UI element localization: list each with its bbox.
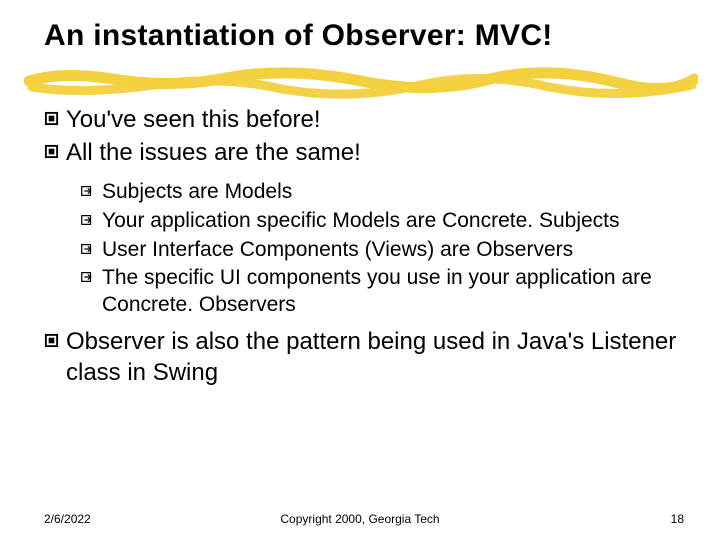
arrow-bullet-icon <box>80 265 102 284</box>
slide-title: An instantiation of Observer: MVC! <box>44 18 688 53</box>
bullet-level2: The specific UI components you use in yo… <box>80 265 688 319</box>
square-bullet-icon <box>44 105 66 126</box>
slide-body: You've seen this before! All the issues … <box>44 105 688 388</box>
bullet-level2: Subjects are Models <box>80 179 688 206</box>
bullet-text: Subjects are Models <box>102 179 688 206</box>
arrow-bullet-icon <box>80 179 102 198</box>
bullet-level2: Your application specific Models are Con… <box>80 208 688 235</box>
bullet-level1: All the issues are the same! <box>44 138 688 169</box>
square-bullet-icon <box>44 327 66 348</box>
arrow-bullet-icon <box>80 208 102 227</box>
bullet-text: User Interface Components (Views) are Ob… <box>102 237 688 264</box>
footer-copyright: Copyright 2000, Georgia Tech <box>0 512 720 526</box>
title-underline <box>24 61 698 99</box>
bullet-text: Your application specific Models are Con… <box>102 208 688 235</box>
bullet-text: All the issues are the same! <box>66 138 688 169</box>
slide-footer: 2/6/2022 Copyright 2000, Georgia Tech 18 <box>0 512 720 526</box>
bullet-text: You've seen this before! <box>66 105 688 136</box>
arrow-bullet-icon <box>80 237 102 256</box>
square-bullet-icon <box>44 138 66 159</box>
bullet-level1: You've seen this before! <box>44 105 688 136</box>
bullet-text: Observer is also the pattern being used … <box>66 327 688 388</box>
slide: An instantiation of Observer: MVC! You'v… <box>0 0 720 540</box>
bullet-level1: Observer is also the pattern being used … <box>44 327 688 388</box>
bullet-text: The specific UI components you use in yo… <box>102 265 688 319</box>
bullet-level2: User Interface Components (Views) are Ob… <box>80 237 688 264</box>
